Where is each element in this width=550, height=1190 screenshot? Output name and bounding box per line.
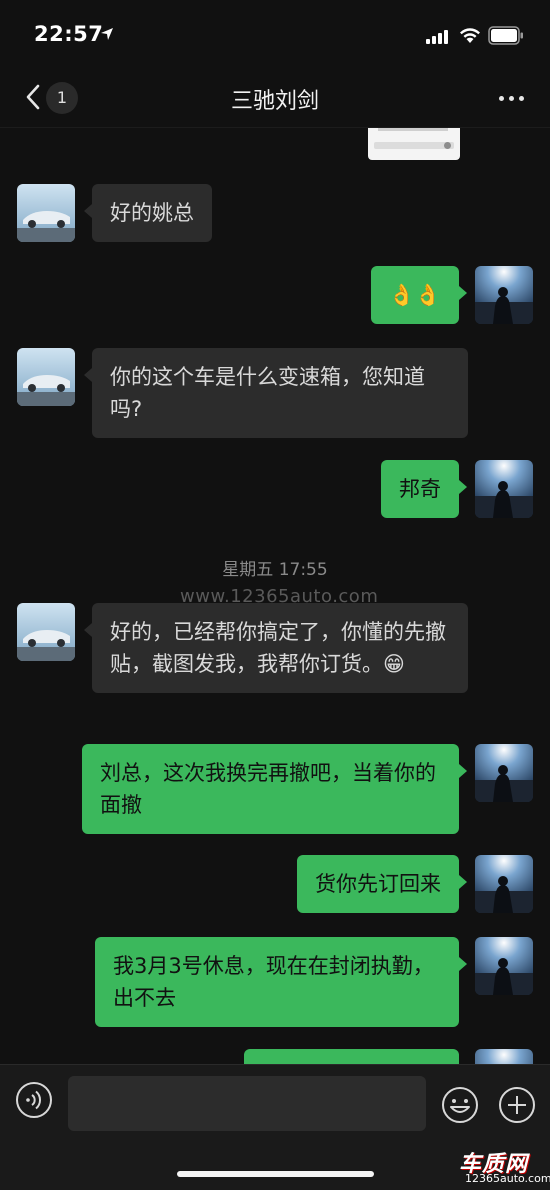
cellular-signal-icon: [426, 28, 448, 44]
contact-avatar[interactable]: [17, 348, 75, 406]
chat-title: 三驰刘剑: [230, 89, 319, 114]
more-options-icon[interactable]: [494, 86, 528, 110]
my-avatar[interactable]: [475, 937, 533, 995]
my-avatar[interactable]: [475, 266, 533, 324]
voice-input-icon[interactable]: [15, 1081, 53, 1119]
my-avatar[interactable]: [475, 855, 533, 913]
more-functions-plus-icon[interactable]: [498, 1086, 536, 1124]
status-bar: 22:57: [0, 0, 550, 70]
message-bubble-incoming[interactable]: 好的姚总: [84, 184, 212, 242]
wifi-icon: [460, 28, 480, 43]
message-bubble-outgoing[interactable]: 邦奇: [381, 460, 467, 518]
image-message-thumbnail[interactable]: [368, 128, 460, 160]
emoji-icon[interactable]: [441, 1086, 479, 1124]
message-bubble-outgoing[interactable]: 刘总，这次我换完再撤吧，当着你的面撤: [82, 744, 467, 834]
message-text-input[interactable]: [68, 1076, 426, 1131]
location-arrow-icon: [101, 28, 113, 40]
chat-header: 1 三驰刘剑: [0, 70, 550, 128]
my-avatar[interactable]: [475, 460, 533, 518]
site-logo-sub: 12365auto.com: [465, 1172, 550, 1185]
message-bubble-incoming[interactable]: 好的，已经帮你搞定了，你懂的先撤贴，截图发我，我帮你订货。😁: [84, 603, 468, 693]
my-avatar[interactable]: [475, 1049, 533, 1064]
my-avatar[interactable]: [475, 744, 533, 802]
message-list[interactable]: 好的姚总 👌👌 你的这个车是什么变速箱，您知道吗? 邦奇 星期五 17:55 w…: [0, 128, 550, 1064]
home-indicator[interactable]: [177, 1171, 374, 1177]
battery-icon: [488, 26, 523, 45]
time-divider: 星期五 17:55: [222, 560, 328, 580]
contact-avatar[interactable]: [17, 603, 75, 661]
message-bubble-outgoing-partial[interactable]: [244, 1049, 459, 1064]
site-logo: 车质网 12365auto.com: [459, 1146, 550, 1188]
message-bubble-outgoing[interactable]: 我3月3号休息，现在在封闭执勤，出不去: [95, 937, 467, 1027]
message-bubble-outgoing[interactable]: 货你先订回来: [297, 855, 467, 913]
message-bubble-incoming[interactable]: 你的这个车是什么变速箱，您知道吗?: [84, 348, 468, 438]
contact-avatar[interactable]: [17, 184, 75, 242]
status-time: 22:57: [34, 22, 104, 46]
message-bubble-outgoing[interactable]: 👌👌: [370, 266, 468, 324]
